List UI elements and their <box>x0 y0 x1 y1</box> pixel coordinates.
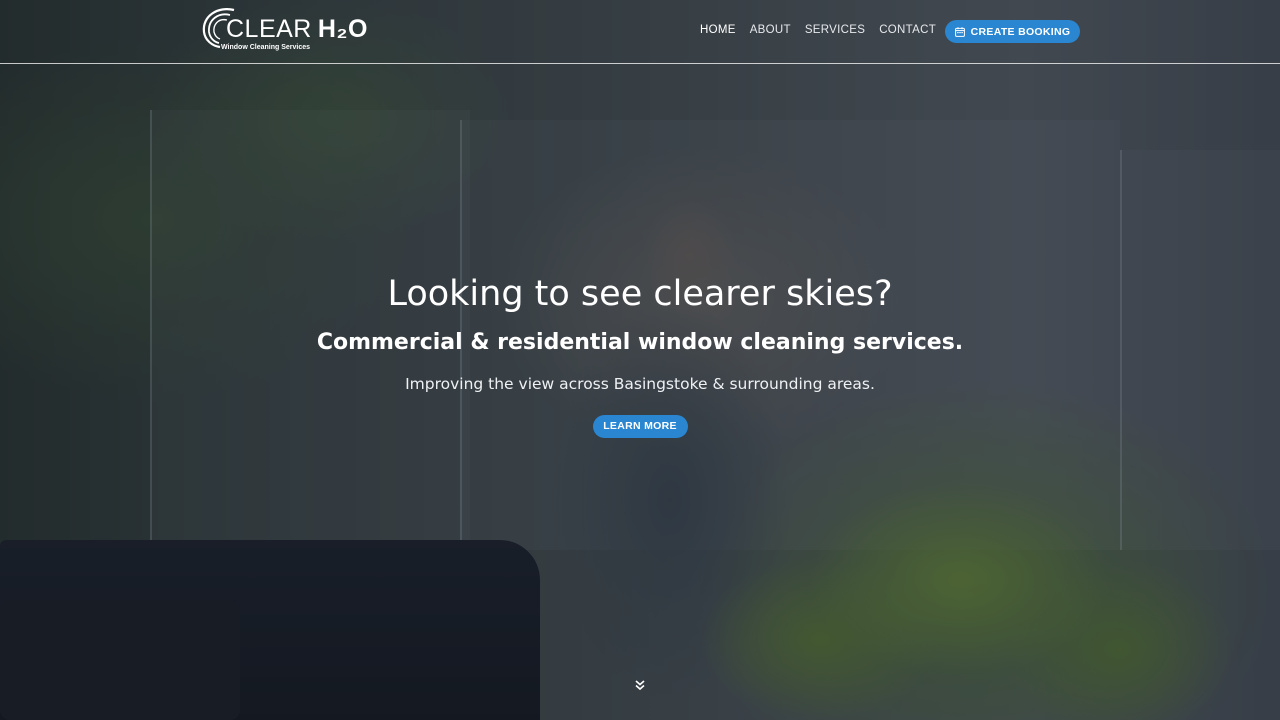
logo-tagline: Window Cleaning Services <box>221 44 311 51</box>
main-nav: HOME ABOUT SERVICES CONTACT <box>700 24 950 36</box>
hero-content: Looking to see clearer skies? Commercial… <box>0 270 1280 438</box>
learn-more-button[interactable]: LEARN MORE <box>592 415 688 438</box>
nav-services[interactable]: SERVICES <box>805 24 865 36</box>
hero-subtitle: Commercial & residential window cleaning… <box>316 330 964 355</box>
logo-wordmark: CLEAR H₂O <box>226 15 368 44</box>
create-booking-label: CREATE BOOKING <box>970 25 1071 38</box>
nav-about[interactable]: ABOUT <box>750 24 791 36</box>
double-chevron-down-icon[interactable] <box>633 678 647 692</box>
hero-title: Looking to see clearer skies? <box>387 274 893 314</box>
calendar-icon <box>954 26 965 37</box>
nav-home[interactable]: HOME <box>700 24 736 36</box>
nav-contact[interactable]: CONTACT <box>879 24 936 36</box>
create-booking-button[interactable]: CREATE BOOKING <box>945 20 1080 43</box>
logo-name-clear: CLEAR <box>226 15 312 43</box>
site-header: CLEAR H₂O Window Cleaning Services HOME A… <box>0 0 1280 64</box>
logo-name-h2o: H₂O <box>317 15 368 43</box>
hero-text: Improving the view across Basingstoke & … <box>405 375 875 393</box>
logo[interactable]: CLEAR H₂O Window Cleaning Services <box>200 6 367 54</box>
